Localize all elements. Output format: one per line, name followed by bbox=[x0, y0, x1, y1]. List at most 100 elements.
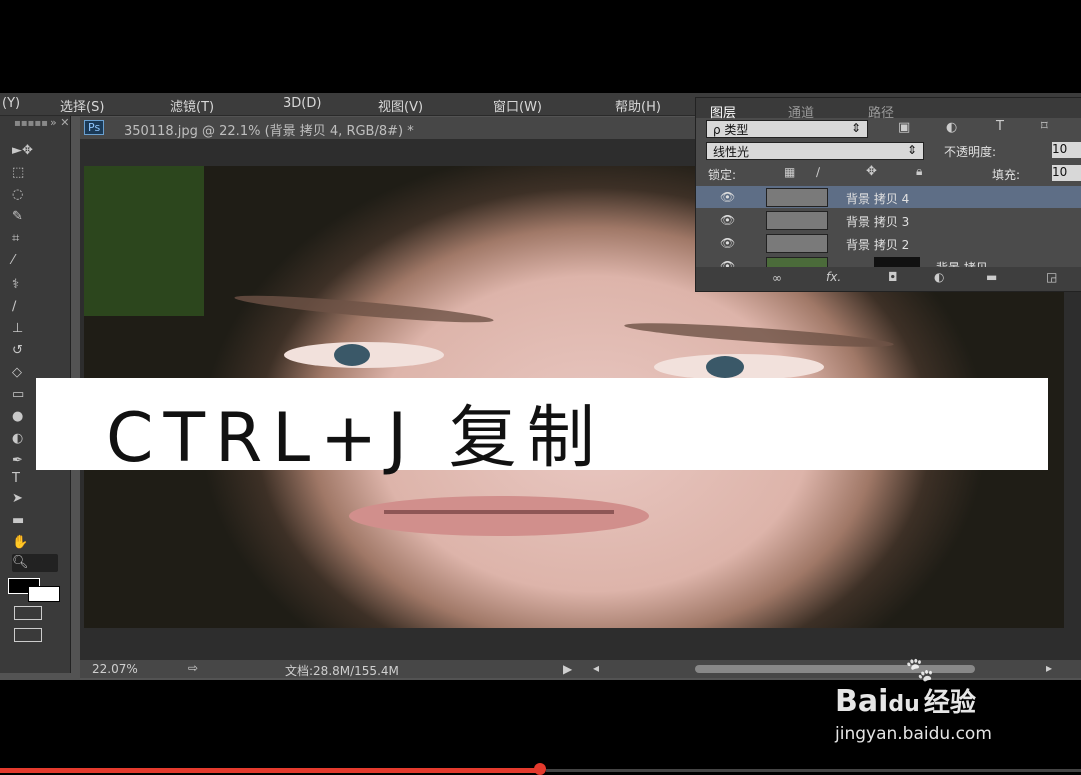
adjustment-layer-icon[interactable]: ◐ bbox=[934, 270, 944, 284]
watermark-url: jingyan.baidu.com bbox=[835, 724, 992, 744]
menu-item-filter[interactable]: 滤镜(T) bbox=[170, 96, 214, 115]
status-menu-arrow-icon[interactable]: ▶ bbox=[563, 662, 572, 676]
layer-name: 背景 拷贝 2 bbox=[846, 238, 910, 252]
chevron-down-icon: ⇕ bbox=[850, 121, 861, 135]
brand-mid: du bbox=[888, 692, 920, 717]
right-eye bbox=[654, 354, 824, 380]
lock-position-icon[interactable]: ✥ bbox=[866, 164, 877, 179]
tab-paths[interactable]: 路径 bbox=[868, 102, 894, 121]
filter-shape-icon[interactable]: ⌑ bbox=[1041, 119, 1048, 134]
export-icon[interactable]: ⇨ bbox=[188, 661, 198, 675]
marquee-icon[interactable]: ⬚ bbox=[12, 164, 58, 182]
layer-name: 背景 拷贝 bbox=[936, 259, 988, 267]
fill-input[interactable]: 10 bbox=[1052, 165, 1081, 181]
screen-mode-icon[interactable] bbox=[14, 628, 42, 642]
foliage-background bbox=[84, 166, 204, 316]
baidu-jingyan-watermark: 🐾︎ Baidu 经验 jingyan.baidu.com bbox=[835, 652, 1065, 752]
link-layers-icon[interactable]: ∞ bbox=[772, 271, 782, 285]
lips bbox=[349, 496, 649, 536]
layer-thumbnail bbox=[766, 257, 828, 267]
background-color-swatch[interactable] bbox=[28, 586, 60, 602]
blend-mode-value: 线性光 bbox=[713, 145, 750, 159]
layer-name: 背景 拷贝 4 bbox=[846, 192, 910, 206]
menu-item-view[interactable]: 视图(V) bbox=[378, 96, 423, 115]
left-eye bbox=[284, 342, 444, 368]
chevron-down-icon: ⇕ bbox=[906, 143, 917, 157]
quick-mask-icon[interactable] bbox=[14, 606, 42, 620]
right-eyebrow bbox=[623, 318, 895, 352]
lasso-icon[interactable]: ◌ bbox=[12, 186, 58, 204]
document-tab[interactable]: Ps 350118.jpg @ 22.1% (背景 拷贝 4, RGB/8#) … bbox=[80, 117, 695, 139]
zoom-level[interactable]: 22.07% bbox=[92, 662, 138, 676]
layer-thumbnail bbox=[766, 188, 828, 207]
document-size: 文档:28.8M/155.4M bbox=[285, 664, 399, 678]
stamp-icon[interactable]: ⊥ bbox=[12, 320, 58, 338]
menu-item-3d[interactable]: 3D(D) bbox=[283, 96, 321, 111]
new-group-icon[interactable]: ▬ bbox=[986, 270, 997, 284]
lock-paint-icon[interactable]: ∕ bbox=[816, 165, 820, 179]
video-progress-fill[interactable] bbox=[0, 768, 540, 773]
filter-type-icon[interactable]: T bbox=[996, 119, 1004, 134]
new-layer-icon[interactable]: ◲ bbox=[1046, 270, 1057, 284]
history-brush-icon[interactable]: ↺ bbox=[12, 342, 58, 360]
scroll-left-icon[interactable]: ◂ bbox=[593, 661, 599, 675]
layer-row[interactable]: 👁︎ 背景 拷贝 bbox=[696, 255, 1081, 267]
type-icon[interactable]: T bbox=[12, 470, 58, 488]
hand-icon[interactable]: ✋ bbox=[12, 534, 58, 552]
visibility-eye-icon[interactable]: 👁︎ bbox=[720, 213, 735, 227]
filter-image-icon[interactable]: ▣ bbox=[898, 120, 910, 135]
lip-line bbox=[384, 510, 614, 514]
video-progress-track[interactable] bbox=[546, 769, 1081, 772]
caption-text: CTRL+J 复制 bbox=[106, 399, 605, 478]
right-iris bbox=[706, 356, 744, 378]
layer-thumbnail bbox=[766, 234, 828, 253]
blend-mode-select[interactable]: 线性光 ⇕ bbox=[706, 142, 924, 160]
path-select-icon[interactable]: ➤ bbox=[12, 490, 58, 508]
filter-adjust-icon[interactable]: ◐ bbox=[946, 120, 957, 135]
menu-item-window[interactable]: 窗口(W) bbox=[493, 96, 542, 115]
brand-cn: 经验 bbox=[923, 688, 976, 718]
menu-item-y[interactable]: (Y) bbox=[2, 96, 20, 111]
menu-item-help[interactable]: 帮助(H) bbox=[615, 96, 661, 115]
layer-row[interactable]: 👁︎ 背景 拷贝 4 bbox=[696, 186, 1081, 208]
layer-thumbnail bbox=[766, 211, 828, 230]
visibility-eye-icon[interactable]: 👁︎ bbox=[720, 236, 735, 250]
crop-icon[interactable]: ⌗ bbox=[12, 230, 58, 248]
tab-layers[interactable]: 图层 bbox=[710, 102, 736, 121]
layer-mask-thumbnail bbox=[874, 257, 920, 267]
layer-filter-select[interactable]: ρ 类型 ⇕ bbox=[706, 120, 868, 138]
lock-label: 锁定: bbox=[708, 168, 737, 182]
left-eyebrow bbox=[233, 290, 495, 328]
opacity-input[interactable]: 10 bbox=[1052, 142, 1081, 158]
layers-footer: ∞ fx. ◘ ◐ ▬ ◲ bbox=[696, 267, 1081, 291]
fx-icon[interactable]: fx. bbox=[826, 270, 841, 284]
move-icon[interactable]: ►✥ bbox=[12, 142, 58, 160]
layer-row[interactable]: 👁︎ 背景 拷贝 3 bbox=[696, 209, 1081, 231]
eyedropper-icon[interactable]: ⁄ bbox=[12, 252, 58, 270]
tab-channels[interactable]: 通道 bbox=[788, 102, 814, 121]
fill-label: 填充: bbox=[992, 168, 1021, 182]
panel-grip-icon[interactable]: ▪▪▪▪▪ bbox=[14, 118, 48, 129]
layer-name: 背景 拷贝 3 bbox=[846, 215, 910, 229]
baidu-logo: Baidu 经验 bbox=[835, 682, 976, 719]
lock-pixels-icon[interactable]: ▦ bbox=[784, 165, 795, 179]
video-progress-handle[interactable] bbox=[534, 763, 546, 775]
menu-item-select[interactable]: 选择(S) bbox=[60, 96, 104, 115]
collapse-icon[interactable]: » ✕ bbox=[50, 116, 69, 129]
shape-icon[interactable]: ▬ bbox=[12, 512, 58, 530]
zoom-icon[interactable]: 🔍︎ bbox=[12, 554, 58, 572]
brand-left: Bai bbox=[835, 684, 889, 719]
healing-brush-icon[interactable]: ⚕ bbox=[12, 276, 58, 294]
left-iris bbox=[334, 344, 370, 366]
caption-banner: CTRL+J 复制 bbox=[36, 378, 1048, 478]
lock-all-icon[interactable]: 🔒︎ bbox=[916, 164, 922, 179]
layer-row[interactable]: 👁︎ 背景 拷贝 2 bbox=[696, 232, 1081, 254]
ps-app-badge: Ps bbox=[84, 120, 105, 135]
visibility-eye-icon[interactable]: 👁︎ bbox=[720, 259, 735, 267]
quick-select-icon[interactable]: ✎ bbox=[12, 208, 58, 226]
document-title: 350118.jpg @ 22.1% (背景 拷贝 4, RGB/8#) * bbox=[124, 124, 414, 139]
brush-icon[interactable]: ∕ bbox=[12, 298, 58, 316]
visibility-eye-icon[interactable]: 👁︎ bbox=[720, 190, 735, 204]
layers-panel: 图层 通道 路径 ρ 类型 ⇕ ▣ ◐ T ⌑ 线性光 ⇕ 不透明度: 10 锁… bbox=[695, 97, 1081, 292]
add-mask-icon[interactable]: ◘ bbox=[888, 270, 898, 284]
